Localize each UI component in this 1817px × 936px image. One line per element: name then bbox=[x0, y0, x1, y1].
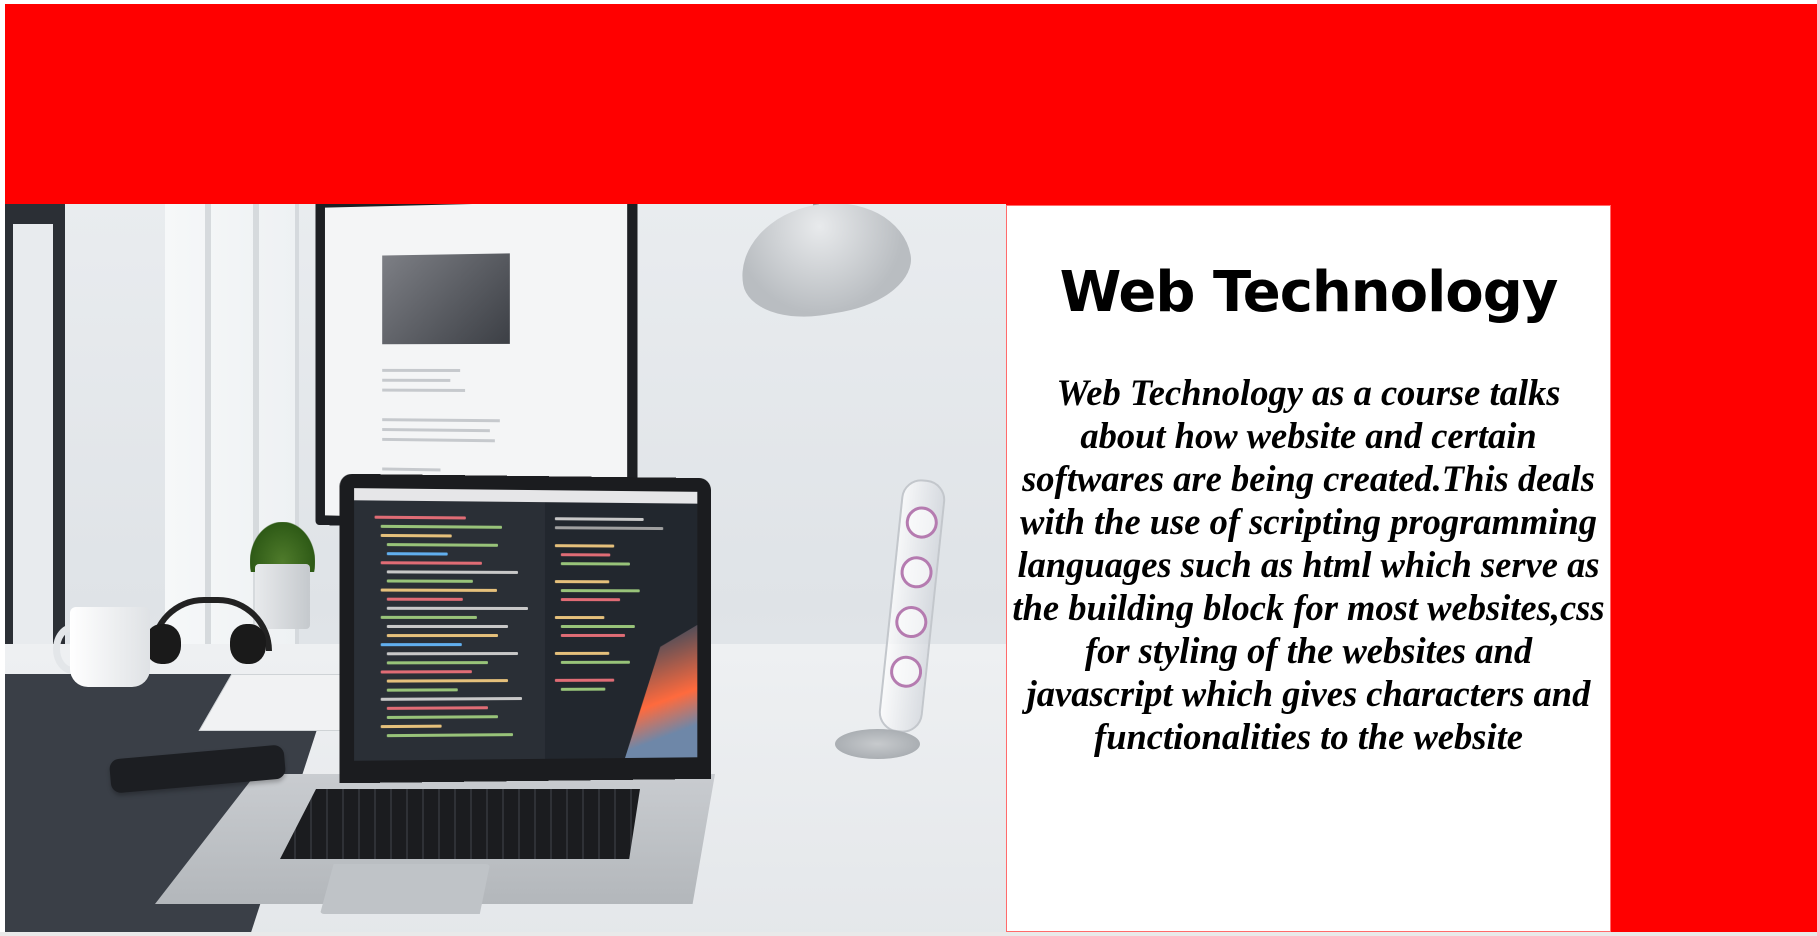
headphone-cup bbox=[145, 624, 181, 664]
plant-pot bbox=[255, 564, 310, 629]
hero-image bbox=[5, 204, 1006, 932]
course-description: Web Technology as a course talks about h… bbox=[1012, 372, 1605, 757]
laptop bbox=[339, 473, 711, 784]
wall-frame bbox=[5, 204, 65, 684]
laptop-trackpad bbox=[320, 864, 490, 914]
content-card: Web Technology Web Technology as a cours… bbox=[1006, 205, 1611, 932]
page-background: Web Technology Web Technology as a cours… bbox=[5, 4, 1817, 932]
vase-base bbox=[835, 729, 920, 759]
headphone-cup bbox=[230, 624, 266, 664]
mug-icon bbox=[70, 607, 150, 687]
laptop-keyboard bbox=[280, 789, 640, 859]
page-title: Web Technology bbox=[1059, 260, 1559, 325]
code-editor-screen bbox=[354, 488, 698, 761]
desk-lamp bbox=[731, 204, 919, 328]
page-bottom-edge bbox=[0, 932, 1817, 936]
